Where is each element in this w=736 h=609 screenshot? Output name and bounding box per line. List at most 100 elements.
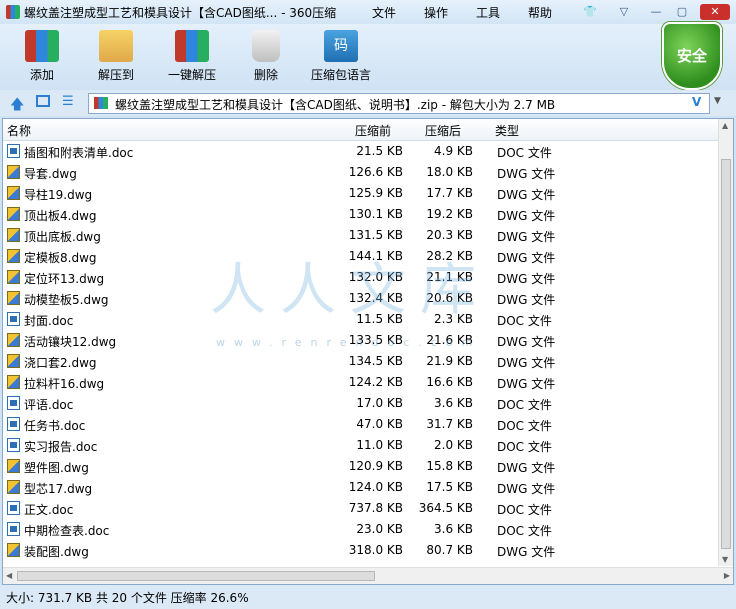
file-row[interactable]: 型芯17.dwg 124.0 KB 17.5 KB DWG 文件 [3, 477, 719, 498]
file-row[interactable]: 动模垫板5.dwg 132.4 KB 20.6 KB DWG 文件 [3, 288, 719, 309]
menu-dropdown-icon[interactable]: ▽ [614, 4, 634, 20]
up-arrow-icon[interactable]: 🡅 [10, 94, 24, 118]
doc-file-icon [7, 312, 20, 326]
column-size-after[interactable]: 压缩后 [425, 122, 461, 139]
file-size-after: 21.9 KB [426, 354, 473, 368]
file-name: 装配图.dwg [24, 545, 89, 559]
horizontal-scrollbar[interactable]: ◀ ▶ [3, 567, 733, 584]
file-size-after: 15.8 KB [426, 459, 473, 473]
file-size-after: 3.6 KB [434, 522, 473, 536]
file-row[interactable]: 正文.doc 737.8 KB 364.5 KB DOC 文件 [3, 498, 719, 519]
file-size-after: 20.6 KB [426, 291, 473, 305]
extract-to-button[interactable]: 解压到 [90, 30, 142, 83]
security-shield-icon[interactable]: 安全 [662, 22, 722, 90]
file-list[interactable]: 名称 压缩前 压缩后 类型 插图和附表清单.doc 21.5 KB 4.9 KB DO… [2, 118, 734, 585]
thumbnail-view-icon[interactable] [36, 95, 50, 107]
file-name: 封面.doc [24, 314, 74, 328]
file-size-before: 47.0 KB [356, 417, 403, 431]
scroll-up-icon[interactable]: ▲ [722, 121, 728, 130]
file-type: DWG 文件 [497, 272, 556, 286]
file-type: DWG 文件 [497, 188, 556, 202]
file-row[interactable]: 评语.doc 17.0 KB 3.6 KB DOC 文件 [3, 393, 719, 414]
file-type: DOC 文件 [497, 419, 552, 433]
file-type: DWG 文件 [497, 167, 556, 181]
file-size-after: 3.6 KB [434, 396, 473, 410]
file-type: DWG 文件 [497, 482, 556, 496]
path-history-button[interactable]: V [692, 95, 701, 109]
archive-encoding-button[interactable]: 码 压缩包语言 [308, 30, 374, 83]
file-name: 拉料杆16.dwg [24, 377, 105, 391]
file-size-before: 144.1 KB [348, 249, 403, 263]
file-size-before: 17.0 KB [356, 396, 403, 410]
file-row[interactable]: 导柱19.dwg 125.9 KB 17.7 KB DWG 文件 [3, 183, 719, 204]
dwg-file-icon [7, 249, 20, 263]
file-size-after: 21.6 KB [426, 333, 473, 347]
dwg-file-icon [7, 375, 20, 389]
file-type: DWG 文件 [497, 209, 556, 223]
file-size-before: 130.1 KB [348, 207, 403, 221]
delete-button[interactable]: 删除 [244, 30, 288, 83]
file-name: 定模板8.dwg [24, 251, 97, 265]
file-size-after: 28.2 KB [426, 249, 473, 263]
address-field[interactable]: 螺纹盖注塑成型工艺和模具设计【含CAD图纸、说明书】.zip - 解包大小为 2… [88, 93, 710, 114]
menu-help[interactable]: 帮助 [528, 4, 552, 21]
file-row[interactable]: 实习报告.doc 11.0 KB 2.0 KB DOC 文件 [3, 435, 719, 456]
file-row[interactable]: 装配图.dwg 318.0 KB 80.7 KB DWG 文件 [3, 540, 719, 561]
minimize-button[interactable]: — [646, 4, 666, 20]
archive-encoding-label: 压缩包语言 [310, 68, 371, 82]
one-click-extract-button[interactable]: 一键解压 [164, 30, 220, 83]
horizontal-scroll-thumb[interactable] [17, 571, 375, 581]
file-name: 动模垫板5.dwg [24, 293, 109, 307]
close-button[interactable]: ✕ [700, 4, 730, 20]
menu-tools[interactable]: 工具 [476, 4, 500, 21]
file-size-before: 131.5 KB [348, 228, 403, 242]
file-name: 活动镶块12.dwg [24, 335, 117, 349]
file-row[interactable]: 任务书.doc 47.0 KB 31.7 KB DOC 文件 [3, 414, 719, 435]
chevron-down-icon[interactable]: ▼ [714, 96, 721, 106]
file-type: DOC 文件 [497, 503, 552, 517]
file-row[interactable]: 封面.doc 11.5 KB 2.3 KB DOC 文件 [3, 309, 719, 330]
file-size-after: 19.2 KB [426, 207, 473, 221]
address-path: 螺纹盖注塑成型工艺和模具设计【含CAD图纸、说明书】.zip - 解包大小为 2… [115, 98, 556, 112]
skin-icon[interactable]: 👕 [580, 4, 600, 20]
file-row[interactable]: 塑件图.dwg 120.9 KB 15.8 KB DWG 文件 [3, 456, 719, 477]
scroll-left-icon[interactable]: ◀ [6, 571, 12, 580]
file-row[interactable]: 中期检查表.doc 23.0 KB 3.6 KB DOC 文件 [3, 519, 719, 540]
column-name[interactable]: 名称 [7, 122, 31, 139]
menu-file[interactable]: 文件 [372, 4, 396, 21]
dwg-file-icon [7, 291, 20, 305]
file-row[interactable]: 活动镶块12.dwg 133.5 KB 21.6 KB DWG 文件 [3, 330, 719, 351]
trash-icon [252, 30, 280, 62]
file-size-before: 124.2 KB [348, 375, 403, 389]
maximize-button[interactable]: ▢ [672, 4, 692, 20]
vertical-scrollbar[interactable]: ▲ ▼ [718, 119, 733, 566]
file-type: DWG 文件 [497, 377, 556, 391]
file-size-before: 318.0 KB [348, 543, 403, 557]
file-size-before: 23.0 KB [356, 522, 403, 536]
file-row[interactable]: 定模板8.dwg 144.1 KB 28.2 KB DWG 文件 [3, 246, 719, 267]
menu-operate[interactable]: 操作 [424, 4, 448, 21]
column-type[interactable]: 类型 [495, 122, 519, 139]
scroll-down-icon[interactable]: ▼ [722, 555, 728, 564]
file-row[interactable]: 顶出底板.dwg 131.5 KB 20.3 KB DWG 文件 [3, 225, 719, 246]
file-row[interactable]: 导套.dwg 126.6 KB 18.0 KB DWG 文件 [3, 162, 719, 183]
vertical-scroll-thumb[interactable] [721, 159, 731, 549]
doc-file-icon [7, 144, 20, 158]
file-row[interactable]: 顶出板4.dwg 130.1 KB 19.2 KB DWG 文件 [3, 204, 719, 225]
dwg-file-icon [7, 459, 20, 473]
file-row[interactable]: 插图和附表清单.doc 21.5 KB 4.9 KB DOC 文件 [3, 141, 719, 162]
add-button[interactable]: 添加 [20, 30, 64, 83]
file-type: DWG 文件 [497, 461, 556, 475]
file-name: 型芯17.dwg [24, 482, 93, 496]
column-size-before[interactable]: 压缩前 [355, 122, 391, 139]
file-size-before: 125.9 KB [348, 186, 403, 200]
list-view-icon[interactable]: ☰ [62, 94, 74, 109]
one-click-extract-label: 一键解压 [167, 68, 216, 82]
scroll-right-icon[interactable]: ▶ [724, 571, 730, 580]
file-row[interactable]: 拉料杆16.dwg 124.2 KB 16.6 KB DWG 文件 [3, 372, 719, 393]
file-row[interactable]: 浇口套2.dwg 134.5 KB 21.9 KB DWG 文件 [3, 351, 719, 372]
file-type: DWG 文件 [497, 356, 556, 370]
file-row[interactable]: 定位环13.dwg 132.0 KB 21.1 KB DWG 文件 [3, 267, 719, 288]
file-size-before: 133.5 KB [348, 333, 403, 347]
file-type: DWG 文件 [497, 545, 556, 559]
